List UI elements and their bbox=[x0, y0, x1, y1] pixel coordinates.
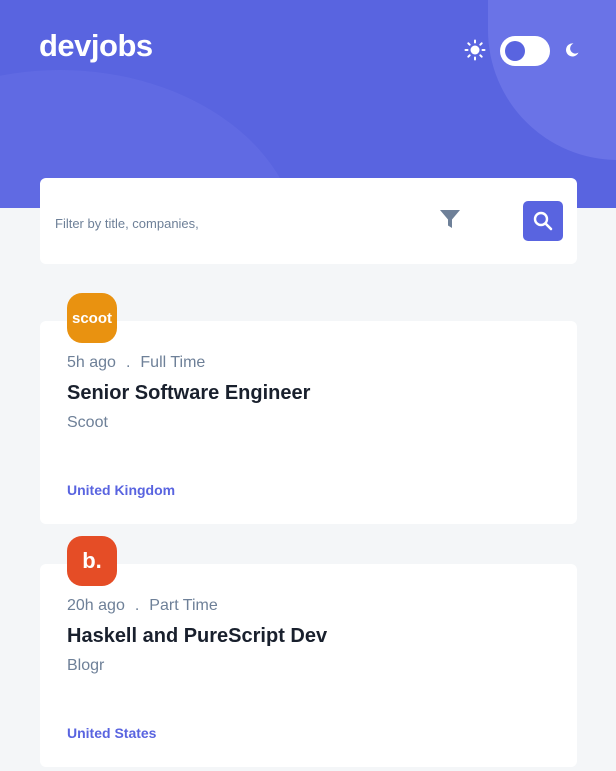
meta-separator: . bbox=[134, 597, 140, 614]
posted-time: 5h ago bbox=[67, 354, 116, 371]
job-meta: 20h ago. Part Time bbox=[67, 597, 218, 615]
job-card[interactable]: scoot 5h ago. Full Time Senior Software E… bbox=[40, 293, 577, 524]
search-input[interactable] bbox=[53, 211, 357, 235]
search-icon bbox=[533, 211, 553, 231]
search-bar bbox=[40, 178, 577, 264]
company-logo: b. bbox=[67, 536, 117, 586]
meta-separator: . bbox=[125, 354, 131, 371]
job-title[interactable]: Haskell and PureScript Dev bbox=[67, 625, 327, 648]
theme-toggle[interactable] bbox=[500, 36, 550, 66]
search-button[interactable] bbox=[523, 201, 563, 241]
job-location: United Kingdom bbox=[67, 482, 176, 498]
contract-type: Part Time bbox=[149, 597, 218, 614]
app-logo[interactable]: devjobs bbox=[39, 28, 153, 64]
job-meta: 5h ago. Full Time bbox=[67, 354, 205, 372]
company-logo: scoot bbox=[67, 293, 117, 343]
company-name: Scoot bbox=[67, 414, 108, 431]
toggle-knob bbox=[505, 41, 525, 61]
job-card[interactable]: b. 20h ago. Part Time Haskell and PureScr… bbox=[40, 536, 577, 767]
job-location: United States bbox=[67, 725, 157, 741]
company-name: Blogr bbox=[67, 657, 105, 674]
moon-icon bbox=[566, 43, 579, 57]
contract-type: Full Time bbox=[140, 354, 206, 371]
filter-icon[interactable] bbox=[438, 207, 462, 231]
sun-icon bbox=[464, 39, 486, 61]
header: devjobs bbox=[0, 0, 616, 208]
posted-time: 20h ago bbox=[67, 597, 125, 614]
job-title[interactable]: Senior Software Engineer bbox=[67, 382, 310, 405]
header-decoration bbox=[488, 0, 616, 160]
